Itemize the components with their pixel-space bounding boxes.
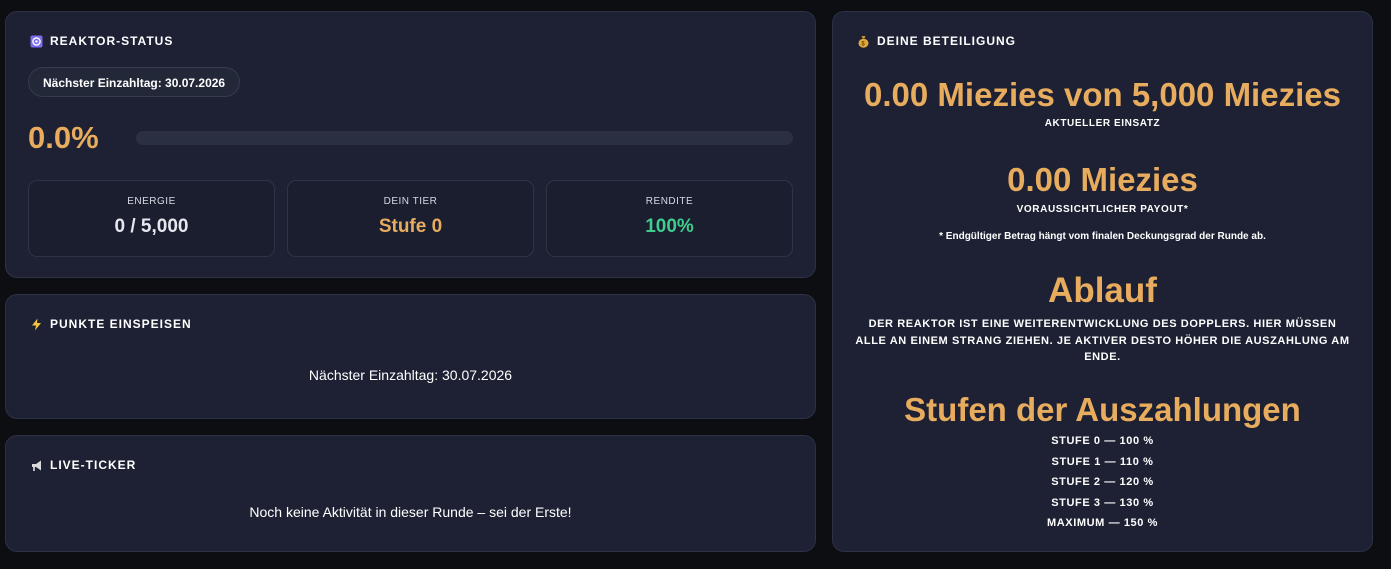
money-bag-icon: $ [857,35,870,48]
beteiligung-card: $ DEINE BETEILIGUNG 0.00 Miezies von 5,0… [832,11,1373,552]
stat-energie-label: ENERGIE [127,196,176,207]
tier-item: STUFE 2 — 120 % [1051,476,1154,488]
live-ticker-card: LIVE-TICKER Noch keine Aktivität in dies… [5,435,816,552]
punkte-header: PUNKTE EINSPEISEN [30,317,192,331]
tiers-heading: Stufen der Auszahlungen [904,391,1301,428]
ticker-header: LIVE-TICKER [30,458,136,472]
tier-item: STUFE 3 — 130 % [1051,496,1154,509]
punkte-title: PUNKTE EINSPEISEN [50,317,192,331]
stat-rendite-value: 100% [645,216,694,237]
lightning-icon [30,318,43,331]
payout-note: * Endgültiger Betrag hängt vom finalen D… [939,231,1266,242]
tier-item: STUFE 1 — 110 % [1051,455,1154,468]
stat-rendite-label: RENDITE [645,196,694,207]
punkte-einspeisen-card: PUNKTE EINSPEISEN Nächster Einzahltag: 3… [5,294,816,419]
svg-text:$: $ [861,41,865,47]
stake-label: AKTUELLER EINSATZ [1044,118,1161,129]
stake-amount: 0.00 Miezies von 5,000 Miezies [864,76,1341,113]
stat-energie: ENERGIE 0 / 5,000 [28,180,275,257]
beteiligung-title: DEINE BETEILIGUNG [877,34,1017,48]
next-deposit-day-badge: Nächster Einzahltag: 30.07.2026 [28,67,241,97]
stat-energie-value: 0 / 5,000 [114,216,189,237]
payout-amount: 0.00 Miezies [1007,161,1198,198]
tier-item: STUFE 0 — 100 % [1051,435,1154,447]
stat-tier-label: DEIN TIER [383,196,438,207]
stat-tier: DEIN TIER Stufe 0 [287,180,534,257]
reaktor-status-header: REAKTOR-STATUS [30,34,173,48]
reaktor-status-card: REAKTOR-STATUS Nächster Einzahltag: 30.0… [5,11,816,278]
stat-rendite: RENDITE 100% [546,180,793,257]
reactor-progress-bar [136,131,793,145]
ticker-title: LIVE-TICKER [50,458,137,472]
megaphone-icon [30,459,43,472]
process-text: DER REAKTOR IST EINE WEITERENTWICKLUNG D… [855,318,1350,363]
beteiligung-header: $ DEINE BETEILIGUNG [857,34,1016,48]
reactor-progress-percent: 0.0% [28,120,99,155]
reaktor-status-title: REAKTOR-STATUS [50,34,174,48]
process-heading: Ablauf [1048,271,1157,310]
tier-item: MAXIMUM — 150 % [1046,517,1159,529]
stat-tier-value: Stufe 0 [378,216,443,237]
tiers-list: STUFE 0 — 100 % STUFE 1 — 110 % STUFE 2 … [833,431,1372,534]
atom-icon [30,35,43,48]
punkte-message: Nächster Einzahltag: 30.07.2026 [308,367,513,383]
payout-label: VORAUSSICHTLICHER PAYOUT* [1016,204,1189,215]
ticker-message: Noch keine Aktivität in dieser Runde – s… [249,504,572,520]
